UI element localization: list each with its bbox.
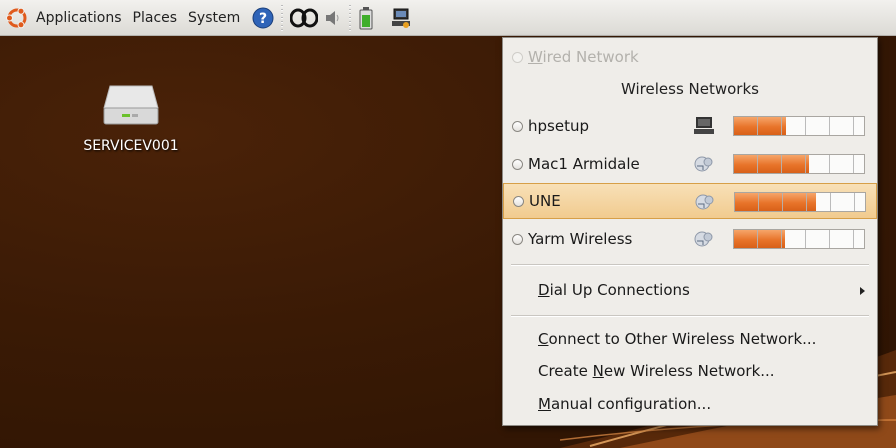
network-icon <box>695 194 714 210</box>
weather-icon[interactable] <box>290 7 319 29</box>
network-manager-icon[interactable] <box>391 7 411 29</box>
computer-icon <box>694 117 714 134</box>
signal-strength-bar <box>733 229 865 249</box>
network-radio[interactable] <box>512 158 523 170</box>
network-item-yarm-wireless[interactable]: Yarm Wireless <box>503 221 877 257</box>
top-panel: Applications Places System ? <box>0 0 896 36</box>
battery-icon[interactable] <box>358 6 374 30</box>
desktop-icon-label: SERVICEV001 <box>83 138 179 154</box>
wired-radio[interactable] <box>512 51 523 63</box>
manual-configuration-item[interactable]: Manual configuration... <box>538 395 711 413</box>
signal-strength-bar <box>734 192 866 212</box>
network-name: Mac1 Armidale <box>528 155 640 173</box>
svg-text:?: ? <box>259 11 267 27</box>
signal-strength-bar <box>733 116 865 136</box>
connect-other-network-item[interactable]: Connect to Other Wireless Network... <box>538 330 816 348</box>
network-icon <box>694 231 713 247</box>
menu-separator <box>511 264 869 266</box>
drive-icon <box>103 85 159 125</box>
network-name: Yarm Wireless <box>528 230 633 248</box>
wired-label: Wired Network <box>528 48 639 66</box>
network-item-mac1-armidale[interactable]: Mac1 Armidale <box>503 146 877 182</box>
volume-icon[interactable] <box>324 9 342 27</box>
menu-applications[interactable]: Applications <box>34 10 131 26</box>
desktop-icon-servicev001[interactable]: SERVICEV001 <box>62 82 200 154</box>
network-radio[interactable] <box>512 233 523 245</box>
dial-up-connections-item[interactable]: Dial Up Connections <box>538 281 690 299</box>
network-icon <box>694 156 713 172</box>
menu-separator <box>511 315 869 317</box>
network-item-hpsetup[interactable]: hpsetup <box>503 108 877 144</box>
panel-separator <box>281 4 284 31</box>
create-new-network-item[interactable]: Create New Wireless Network... <box>538 362 775 380</box>
network-name: UNE <box>529 192 561 210</box>
wireless-networks-heading: Wireless Networks <box>621 80 759 98</box>
panel-separator <box>349 4 352 31</box>
network-menu: Wired Network Wireless Networks hpsetup … <box>502 37 878 426</box>
signal-strength-bar <box>733 154 865 174</box>
menu-system[interactable]: System <box>186 10 249 26</box>
wired-network-item[interactable]: Wired Network <box>503 39 877 75</box>
submenu-arrow-icon <box>860 287 865 295</box>
network-item-une[interactable]: UNE <box>503 183 877 219</box>
network-name: hpsetup <box>528 117 589 135</box>
help-icon[interactable]: ? <box>252 7 274 29</box>
network-radio[interactable] <box>513 195 524 207</box>
network-radio[interactable] <box>512 120 523 132</box>
ubuntu-logo-icon[interactable] <box>6 7 28 29</box>
menu-places[interactable]: Places <box>131 10 187 26</box>
